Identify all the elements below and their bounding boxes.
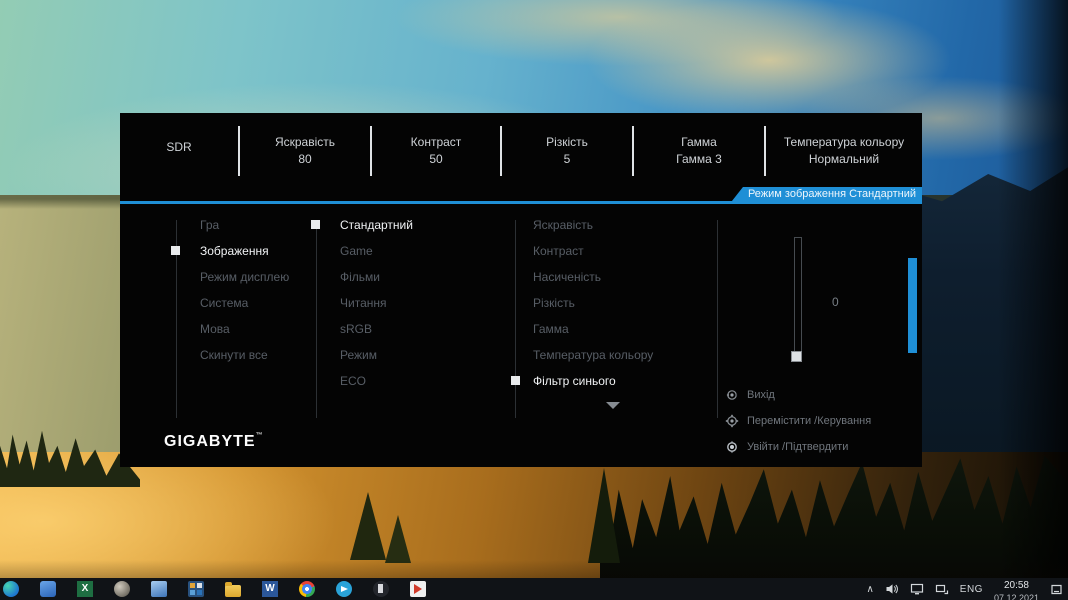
status-title: Температура кольору	[784, 135, 904, 150]
edge-icon[interactable]	[3, 581, 19, 597]
setting-item-blue-light-filter[interactable]: Фільтр синього	[533, 368, 653, 394]
status-cell-sharpness: Різкість 5	[502, 113, 632, 188]
status-value: 5	[564, 152, 571, 167]
slider-value: 0	[832, 295, 839, 309]
telegram-icon[interactable]	[336, 581, 352, 597]
column-divider	[515, 220, 516, 418]
status-title: SDR	[166, 140, 191, 155]
setting-item-brightness[interactable]: Яскравість	[533, 212, 653, 238]
tree-silhouette	[350, 492, 386, 560]
menu-column-settings: Яскравість Контраст Насиченість Різкість…	[533, 212, 653, 394]
status-cell-brightness: Яскравість 80	[240, 113, 370, 188]
tree-silhouette	[385, 515, 411, 563]
mode-item-standard[interactable]: Стандартний	[340, 212, 413, 238]
status-cell-signal: SDR	[120, 113, 238, 188]
chrome-icon[interactable]	[299, 581, 315, 597]
status-title: Гамма	[681, 135, 717, 150]
tray-chevron-up-icon[interactable]: ∧	[866, 578, 873, 600]
network-icon[interactable]	[935, 578, 949, 600]
status-cell-gamma: Гамма Гамма 3	[634, 113, 764, 188]
joystick-move-icon	[724, 413, 740, 429]
monitor-screen: SDR Яскравість 80 Контраст 50 Різкість 5…	[0, 0, 1068, 600]
menu-item-display-mode[interactable]: Режим дисплею	[200, 264, 289, 290]
tray-clock[interactable]: 20:58 07.12.2021	[994, 578, 1039, 600]
tray-time: 20:58	[1004, 580, 1029, 592]
status-title: Яскравість	[275, 135, 335, 150]
mode-item-game[interactable]: Game	[340, 238, 413, 264]
menu-item-reset-all[interactable]: Скинути все	[200, 342, 289, 368]
mode-item-reader[interactable]: Читання	[340, 290, 413, 316]
mode-item-mode[interactable]: Режим	[340, 342, 413, 368]
calculator-icon[interactable]	[188, 581, 204, 597]
epic-games-icon[interactable]	[373, 581, 389, 597]
mode-item-eco[interactable]: ECO	[340, 368, 413, 394]
column-divider	[316, 220, 317, 418]
column-divider	[717, 220, 718, 418]
hint-label: Перемістити /Керування	[747, 415, 871, 427]
windows-taskbar: X W ∧ ENG 20:58 07.12.20	[0, 578, 1068, 600]
volume-icon[interactable]	[885, 578, 899, 600]
osd-scrollbar[interactable]	[908, 258, 917, 353]
status-value: Нормальний	[809, 152, 879, 167]
menu-item-game[interactable]: Гра	[200, 212, 289, 238]
status-value: 80	[298, 152, 311, 167]
language-indicator[interactable]: ENG	[960, 578, 983, 600]
accent-divider-line	[120, 201, 922, 204]
media-app-icon[interactable]	[410, 581, 426, 597]
gigabyte-logo-text: GIGABYTE	[164, 433, 256, 450]
mode-item-srgb[interactable]: sRGB	[340, 316, 413, 342]
hint-label: Вихід	[747, 389, 775, 401]
word-icon[interactable]: W	[262, 581, 278, 597]
setting-item-gamma[interactable]: Гамма	[533, 316, 653, 342]
action-center-icon[interactable]	[1050, 578, 1063, 600]
mode-item-movie[interactable]: Фільми	[340, 264, 413, 290]
joystick-press-icon	[724, 439, 740, 455]
menu-item-language[interactable]: Мова	[200, 316, 289, 342]
tray-date: 07.12.2021	[994, 592, 1039, 600]
picture-mode-badge: Режим зображення Стандартний	[732, 187, 922, 201]
tree-silhouette	[588, 468, 620, 563]
setting-item-saturation[interactable]: Насиченість	[533, 264, 653, 290]
status-value: 50	[429, 152, 442, 167]
status-cell-color-temp: Температура кольору Нормальний	[766, 113, 922, 188]
hint-exit: Вихід	[724, 387, 775, 403]
excel-icon[interactable]: X	[77, 581, 93, 597]
osd-panel: SDR Яскравість 80 Контраст 50 Різкість 5…	[120, 113, 922, 467]
mail-app-icon[interactable]	[40, 581, 56, 597]
menu-column-picture-modes: Стандартний Game Фільми Читання sRGB Реж…	[340, 212, 413, 394]
system-tray: ∧ ENG 20:58 07.12.2021	[866, 578, 1068, 600]
status-value: Гамма 3	[676, 152, 722, 167]
value-slider-track[interactable]	[794, 237, 802, 359]
hint-enter-confirm: Увійти /Підтвердити	[724, 439, 848, 455]
trademark-symbol: ™	[256, 432, 264, 439]
joystick-left-icon	[724, 387, 740, 403]
status-title: Різкість	[546, 135, 588, 150]
osd-status-bar: SDR Яскравість 80 Контраст 50 Різкість 5…	[120, 113, 922, 188]
display-tray-icon[interactable]	[910, 578, 924, 600]
setting-item-sharpness[interactable]: Різкість	[533, 290, 653, 316]
setting-item-contrast[interactable]: Контраст	[533, 238, 653, 264]
value-slider-handle[interactable]	[791, 351, 802, 362]
menu-column-main: Гра Зображення Режим дисплею Система Мов…	[200, 212, 289, 368]
scroll-down-arrow-icon[interactable]	[606, 402, 620, 409]
hint-label: Увійти /Підтвердити	[747, 441, 848, 453]
steam-icon[interactable]	[114, 581, 130, 597]
menu-item-system[interactable]: Система	[200, 290, 289, 316]
folder-icon[interactable]	[225, 585, 241, 597]
notes-app-icon[interactable]	[151, 581, 167, 597]
gigabyte-logo: GIGABYTE™	[164, 433, 264, 451]
hint-move-control: Перемістити /Керування	[724, 413, 871, 429]
setting-item-color-temp[interactable]: Температура кольору	[533, 342, 653, 368]
status-cell-contrast: Контраст 50	[372, 113, 500, 188]
taskbar-pinned-apps: X W	[0, 581, 426, 597]
menu-item-picture[interactable]: Зображення	[200, 238, 289, 264]
status-title: Контраст	[411, 135, 462, 150]
photo-vignette-right	[998, 0, 1068, 600]
